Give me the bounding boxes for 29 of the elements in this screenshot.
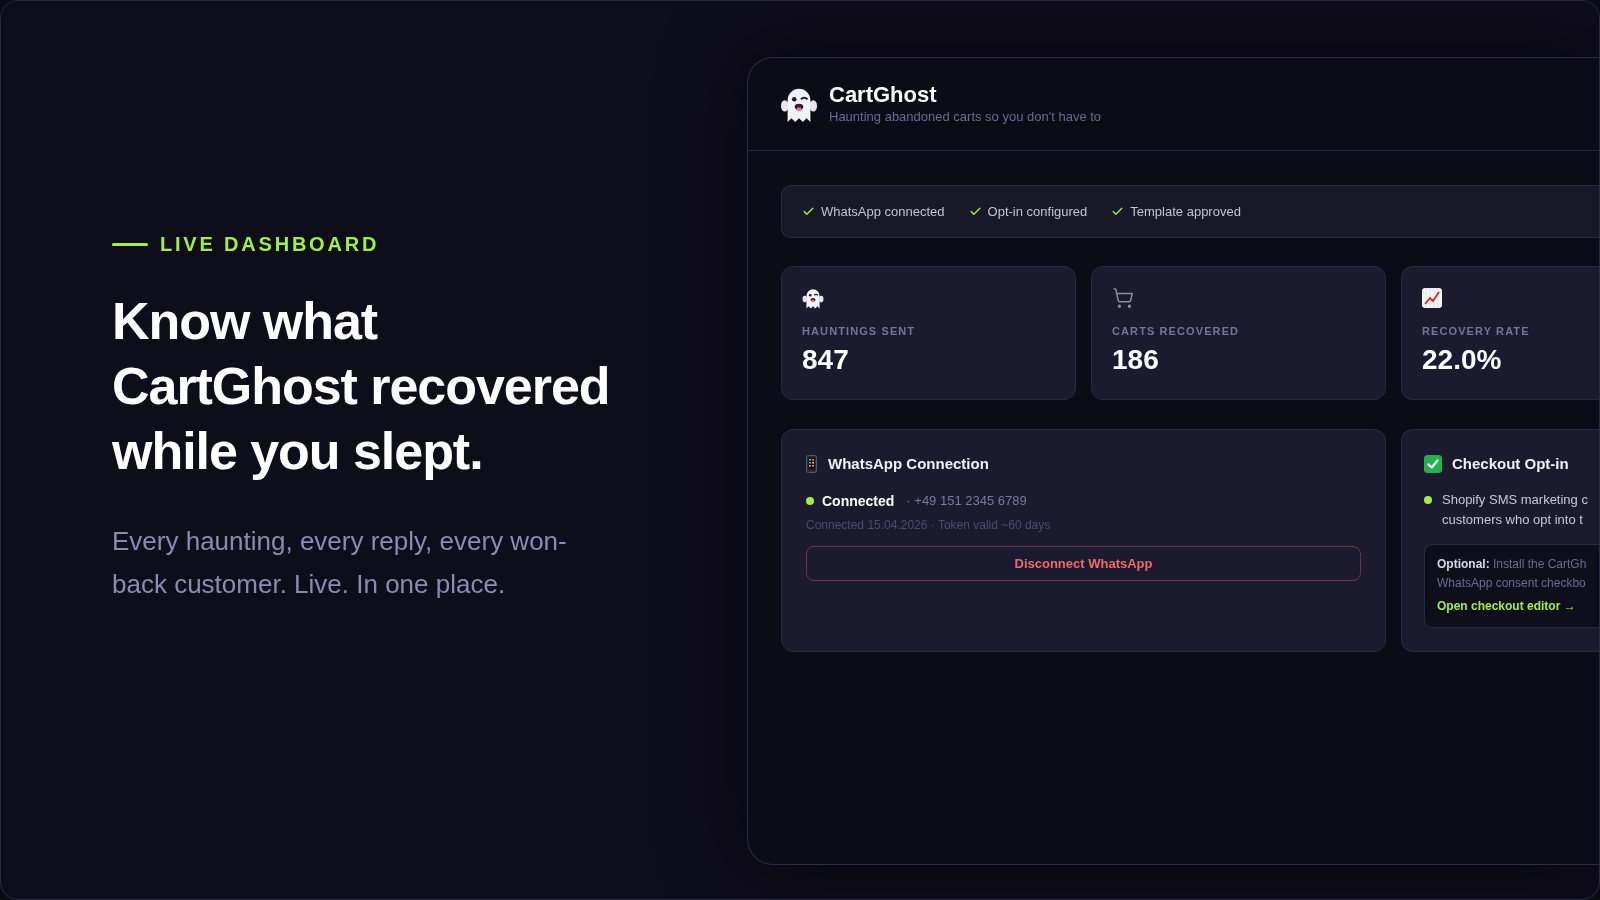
- phone-icon: [806, 455, 817, 473]
- stat-label: RECOVERY RATE: [1422, 324, 1531, 338]
- headline: Know what CartGhost recovered while you slept.: [112, 291, 611, 482]
- card-title: WhatsApp Connection: [828, 453, 989, 474]
- stat-value: 22.0%: [1422, 344, 1503, 376]
- checkout-editor-link[interactable]: Open checkout editor →: [1437, 597, 1576, 615]
- app-tagline: Haunting abandoned carts so you don't have to: [829, 108, 1102, 126]
- chart-icon: [1422, 288, 1442, 308]
- optional-note: Optional: Install the CartGh WhatsApp consent checkbo: [1437, 556, 1588, 592]
- phone-number: · +49 151 2345 6789: [906, 492, 1027, 511]
- status-label: Opt-in configured: [987, 202, 1088, 221]
- cart-icon: [1112, 287, 1134, 309]
- opt-in-description: Shopify SMS marketing c customers who opt into t: [1442, 491, 1588, 529]
- app-title: CartGhost: [829, 82, 938, 108]
- connection-meta: Connected 15.04.2026 · Token valid ~60 days: [806, 517, 1052, 533]
- status-label: WhatsApp connected: [821, 202, 945, 221]
- card-title: Checkout Opt-in: [1452, 453, 1569, 474]
- accent-bar: [112, 242, 148, 246]
- eyebrow-label: LIVE DASHBOARD: [160, 232, 380, 256]
- stat-value: 186: [1112, 344, 1160, 376]
- status-label: Template approved: [1130, 202, 1241, 221]
- stat-value: 847: [802, 344, 850, 376]
- ghost-icon: [802, 287, 824, 309]
- disconnect-button[interactable]: Disconnect WhatsApp: [806, 546, 1361, 581]
- hero-description: Every haunting, every reply, every won-back customer. Live. In one place.: [112, 525, 568, 601]
- check-square-icon: [1424, 455, 1442, 473]
- stat-label: HAUNTINGS SENT: [802, 324, 917, 338]
- connection-status: Connected: [822, 491, 895, 511]
- stat-label: CARTS RECOVERED: [1112, 324, 1241, 338]
